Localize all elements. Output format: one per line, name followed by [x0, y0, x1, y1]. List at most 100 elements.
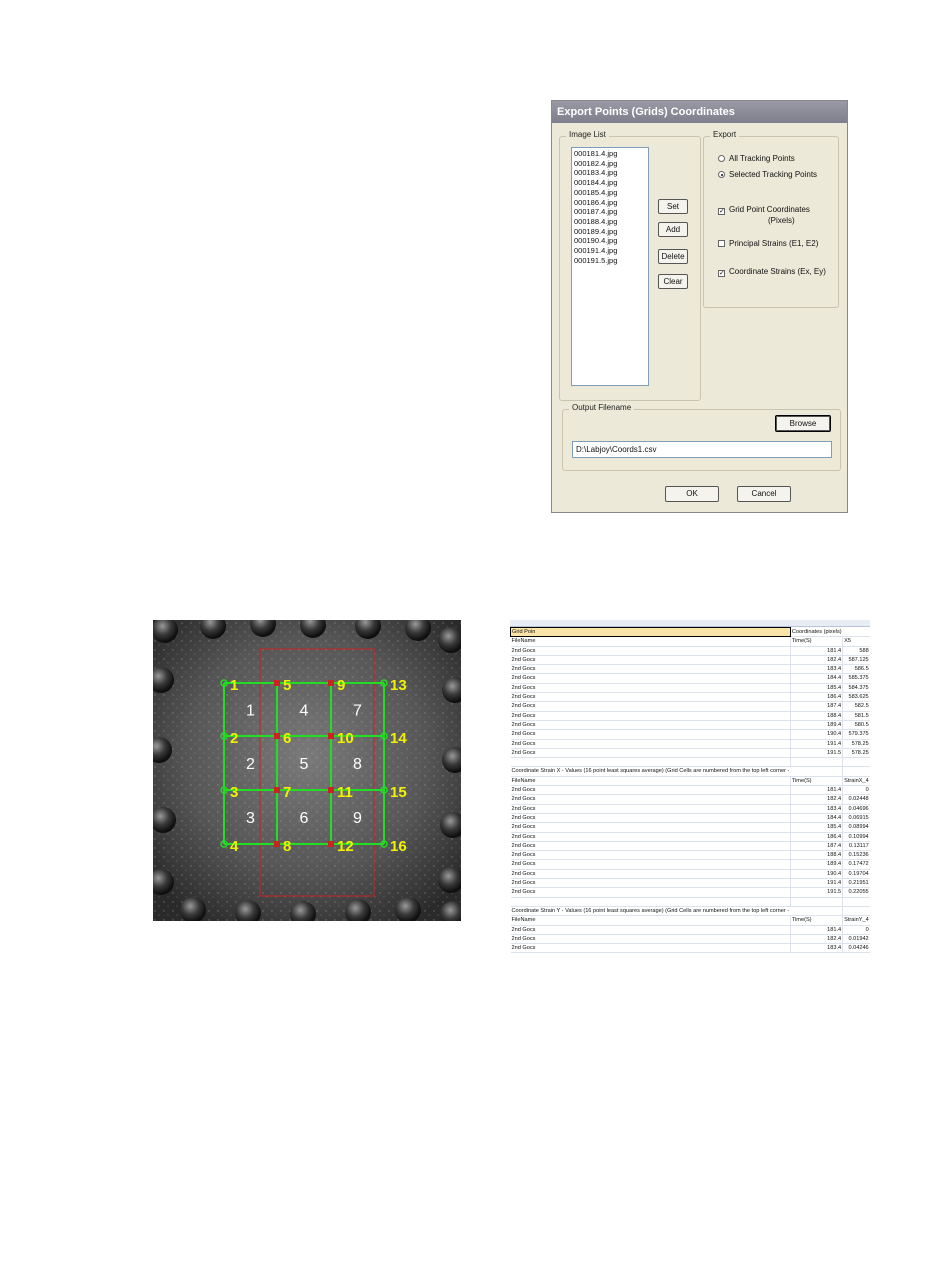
table-cell[interactable]: Time(S) — [790, 776, 844, 787]
output-filename-field[interactable]: D:\Labjoy\Coords1.csv — [572, 441, 832, 458]
section-title[interactable]: Coordinate Strain X - Values (16 point l… — [510, 766, 791, 777]
delete-button[interactable]: Delete — [658, 249, 688, 264]
table-cell[interactable] — [790, 906, 844, 917]
table-cell[interactable]: 2nd Gocs — [510, 841, 791, 852]
table-cell[interactable]: 2nd Gocs — [510, 692, 791, 703]
image-list-item[interactable]: 000184.4.jpg — [574, 178, 646, 188]
principal-strains-checkbox[interactable]: Principal Strains (E1, E2) — [718, 239, 818, 248]
grid-point-coordinates-checkbox[interactable]: ✓ Grid Point Coordinates — [718, 205, 810, 215]
image-list-item[interactable]: 000181.4.jpg — [574, 149, 646, 159]
table-cell[interactable]: StrainY_4 — [842, 915, 870, 926]
table-cell[interactable]: 0.17472 — [842, 859, 870, 870]
table-cell[interactable]: 2nd Gocs — [510, 673, 791, 684]
table-cell[interactable]: 0.10994 — [842, 832, 870, 842]
image-list-item[interactable]: 000191.4.jpg — [574, 246, 646, 256]
image-list-item[interactable]: 000189.4.jpg — [574, 227, 646, 237]
clear-button[interactable]: Clear — [658, 274, 688, 289]
table-cell[interactable]: 2nd Gocs — [510, 748, 791, 759]
table-cell[interactable]: FileName — [510, 776, 791, 787]
table-cell[interactable]: 586.5 — [842, 664, 870, 675]
table-cell[interactable]: 185.4 — [790, 683, 844, 694]
table-cell[interactable]: 588 — [842, 646, 870, 656]
table-cell[interactable]: 186.4 — [790, 692, 844, 703]
table-cell[interactable]: 2nd Gocs — [510, 925, 791, 935]
all-tracking-points-radio[interactable]: All Tracking Points — [718, 154, 795, 163]
table-cell[interactable] — [842, 906, 870, 917]
table-cell[interactable]: 2nd Gocs — [510, 832, 791, 842]
table-cell[interactable]: 2nd Gocs — [510, 887, 791, 898]
table-cell[interactable] — [790, 766, 844, 777]
table-cell[interactable]: 2nd Gocs — [510, 859, 791, 870]
table-cell[interactable]: 2nd Gocs — [510, 850, 791, 861]
table-cell[interactable]: 578.25 — [842, 739, 870, 749]
image-list-item[interactable]: 000183.4.jpg — [574, 168, 646, 178]
table-cell[interactable] — [790, 757, 844, 768]
table-cell[interactable]: 0.08994 — [842, 822, 870, 833]
image-list-item[interactable]: 000190.4.jpg — [574, 236, 646, 246]
table-cell[interactable]: 184.4 — [790, 813, 844, 824]
table-cell[interactable] — [842, 897, 870, 907]
set-button[interactable]: Set — [658, 199, 688, 214]
table-cell[interactable]: X5 — [842, 636, 870, 647]
table-cell[interactable]: 0.22055 — [842, 887, 870, 898]
table-cell[interactable]: FileName — [510, 636, 791, 647]
table-cell[interactable] — [842, 627, 870, 638]
ok-button[interactable]: OK — [665, 486, 719, 502]
table-cell[interactable]: 2nd Gocs — [510, 655, 791, 666]
table-cell[interactable]: StrainX_4 — [842, 776, 870, 787]
table-cell[interactable]: 182.4 — [790, 655, 844, 666]
section-title[interactable]: Coordinate Strain Y - Values (16 point l… — [510, 906, 791, 917]
table-cell[interactable]: 584.375 — [842, 683, 870, 694]
table-cell[interactable] — [510, 897, 791, 907]
table-cell[interactable]: 184.4 — [790, 673, 844, 684]
browse-button[interactable]: Browse — [775, 415, 831, 432]
image-list-item[interactable]: 000188.4.jpg — [574, 217, 646, 227]
table-cell[interactable]: 2nd Gocs — [510, 869, 791, 880]
image-list-item[interactable]: 000191.5.jpg — [574, 256, 646, 266]
table-cell[interactable]: 185.4 — [790, 822, 844, 833]
table-cell[interactable]: 0.06915 — [842, 813, 870, 824]
coordinate-strains-checkbox[interactable]: ✓ Coordinate Strains (Ex, Ey) — [718, 267, 826, 277]
table-cell[interactable]: 0.04696 — [842, 804, 870, 814]
add-button[interactable]: Add — [658, 222, 688, 237]
selected-cell[interactable]: Grid Poin — [510, 626, 791, 638]
table-cell[interactable]: 0.19704 — [842, 869, 870, 880]
table-cell[interactable]: 0 — [842, 785, 870, 796]
table-cell[interactable] — [790, 897, 844, 907]
table-cell[interactable]: 189.4 — [790, 859, 844, 870]
section-title[interactable]: Coordinates (pixels) — [790, 627, 843, 638]
selected-tracking-points-radio[interactable]: Selected Tracking Points — [718, 170, 817, 179]
table-cell[interactable]: FileName — [510, 915, 791, 926]
table-cell[interactable]: 2nd Gocs — [510, 664, 791, 675]
table-cell[interactable]: 183.4 — [790, 664, 844, 675]
table-cell[interactable]: 182.4 — [790, 934, 844, 945]
table-cell[interactable]: 2nd Gocs — [510, 804, 791, 814]
image-list-item[interactable]: 000185.4.jpg — [574, 188, 646, 198]
table-cell[interactable]: 191.5 — [790, 748, 844, 759]
table-cell[interactable]: 183.4 — [790, 943, 844, 954]
table-cell[interactable]: 2nd Gocs — [510, 701, 791, 712]
table-cell[interactable]: 587.125 — [842, 655, 870, 666]
table-cell[interactable]: 0 — [842, 925, 870, 935]
table-cell[interactable]: 582.5 — [842, 701, 870, 712]
table-cell[interactable]: 0.04246 — [842, 943, 870, 954]
image-list-item[interactable]: 000182.4.jpg — [574, 159, 646, 169]
table-cell[interactable]: 2nd Gocs — [510, 943, 791, 954]
table-cell[interactable]: 188.4 — [790, 850, 844, 861]
table-cell[interactable] — [510, 757, 791, 768]
table-cell[interactable]: 2nd Gocs — [510, 683, 791, 694]
table-cell[interactable]: 188.4 — [790, 711, 844, 721]
table-cell[interactable]: 2nd Gocs — [510, 720, 791, 731]
table-cell[interactable]: 2nd Gocs — [510, 878, 791, 889]
table-cell[interactable]: 2nd Gocs — [510, 739, 791, 749]
table-cell[interactable]: 187.4 — [790, 841, 844, 852]
table-cell[interactable]: 2nd Gocs — [510, 646, 791, 656]
table-cell[interactable]: 181.4 — [790, 646, 844, 656]
table-cell[interactable]: 585.375 — [842, 673, 870, 684]
table-cell[interactable]: 578.25 — [842, 748, 870, 759]
image-list-item[interactable]: 000187.4.jpg — [574, 207, 646, 217]
image-list-item[interactable]: 000186.4.jpg — [574, 198, 646, 208]
table-cell[interactable]: 190.4 — [790, 729, 844, 740]
table-cell[interactable]: 581.5 — [842, 711, 870, 721]
table-cell[interactable]: 0.01942 — [842, 934, 870, 945]
